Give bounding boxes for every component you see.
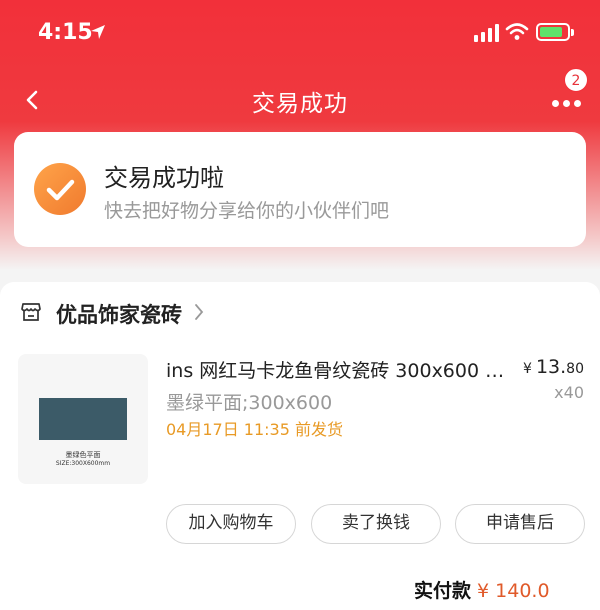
notification-badge: 2 — [564, 68, 588, 92]
add-to-cart-button[interactable]: 加入购物车 — [166, 504, 296, 544]
cellular-signal-icon — [474, 24, 499, 42]
shop-name: 优品饰家瓷砖 — [56, 303, 182, 327]
paid-amount: 实付款 ¥ 140.0 — [414, 576, 550, 603]
shop-link[interactable]: 优品饰家瓷砖 — [20, 300, 204, 328]
product-title[interactable]: ins 网红马卡龙鱼骨纹瓷砖 300x600 墨绿 — [166, 356, 506, 383]
wifi-icon — [505, 22, 529, 46]
location-arrow-icon — [90, 24, 106, 44]
shipping-note: 04月17日 11:35 前发货 — [166, 420, 344, 439]
page-title: 交易成功 — [252, 91, 348, 117]
chevron-right-icon — [194, 303, 204, 325]
status-bar: 4:15 — [0, 18, 600, 52]
order-card: 优品饰家瓷砖 墨绿色平面 SIZE:300X600mm ins 网红马卡龙鱼骨纹… — [0, 282, 600, 610]
more-options-icon[interactable] — [548, 90, 588, 120]
nav-bar: 交易成功 2 — [0, 68, 600, 128]
product-spec: 墨绿平面;300x600 — [166, 392, 333, 414]
after-sale-button[interactable]: 申请售后 — [455, 504, 585, 544]
battery-icon — [536, 23, 574, 41]
success-card: 交易成功啦 快去把好物分享给你的小伙伴们吧 — [14, 132, 586, 247]
check-icon — [34, 163, 86, 215]
store-icon — [20, 301, 42, 327]
price-integer: 13. — [535, 356, 567, 378]
product-quantity: x40 — [554, 383, 584, 402]
price-currency: ¥ — [523, 361, 532, 377]
status-time: 4:15 — [38, 20, 93, 45]
product-image[interactable]: 墨绿色平面 SIZE:300X600mm — [18, 354, 148, 484]
tile-sample — [39, 398, 127, 440]
price-decimal: 80 — [566, 361, 584, 377]
image-caption-size: SIZE:300X600mm — [55, 460, 111, 467]
paid-label: 实付款 — [414, 580, 472, 602]
image-caption-color: 墨绿色平面 — [65, 451, 101, 459]
resell-button[interactable]: 卖了换钱 — [311, 504, 441, 544]
success-subtitle: 快去把好物分享给你的小伙伴们吧 — [104, 200, 390, 222]
paid-value: ¥ 140.0 — [477, 580, 550, 602]
product-price: ¥13.80 — [523, 356, 584, 378]
success-headline: 交易成功啦 — [104, 164, 224, 192]
